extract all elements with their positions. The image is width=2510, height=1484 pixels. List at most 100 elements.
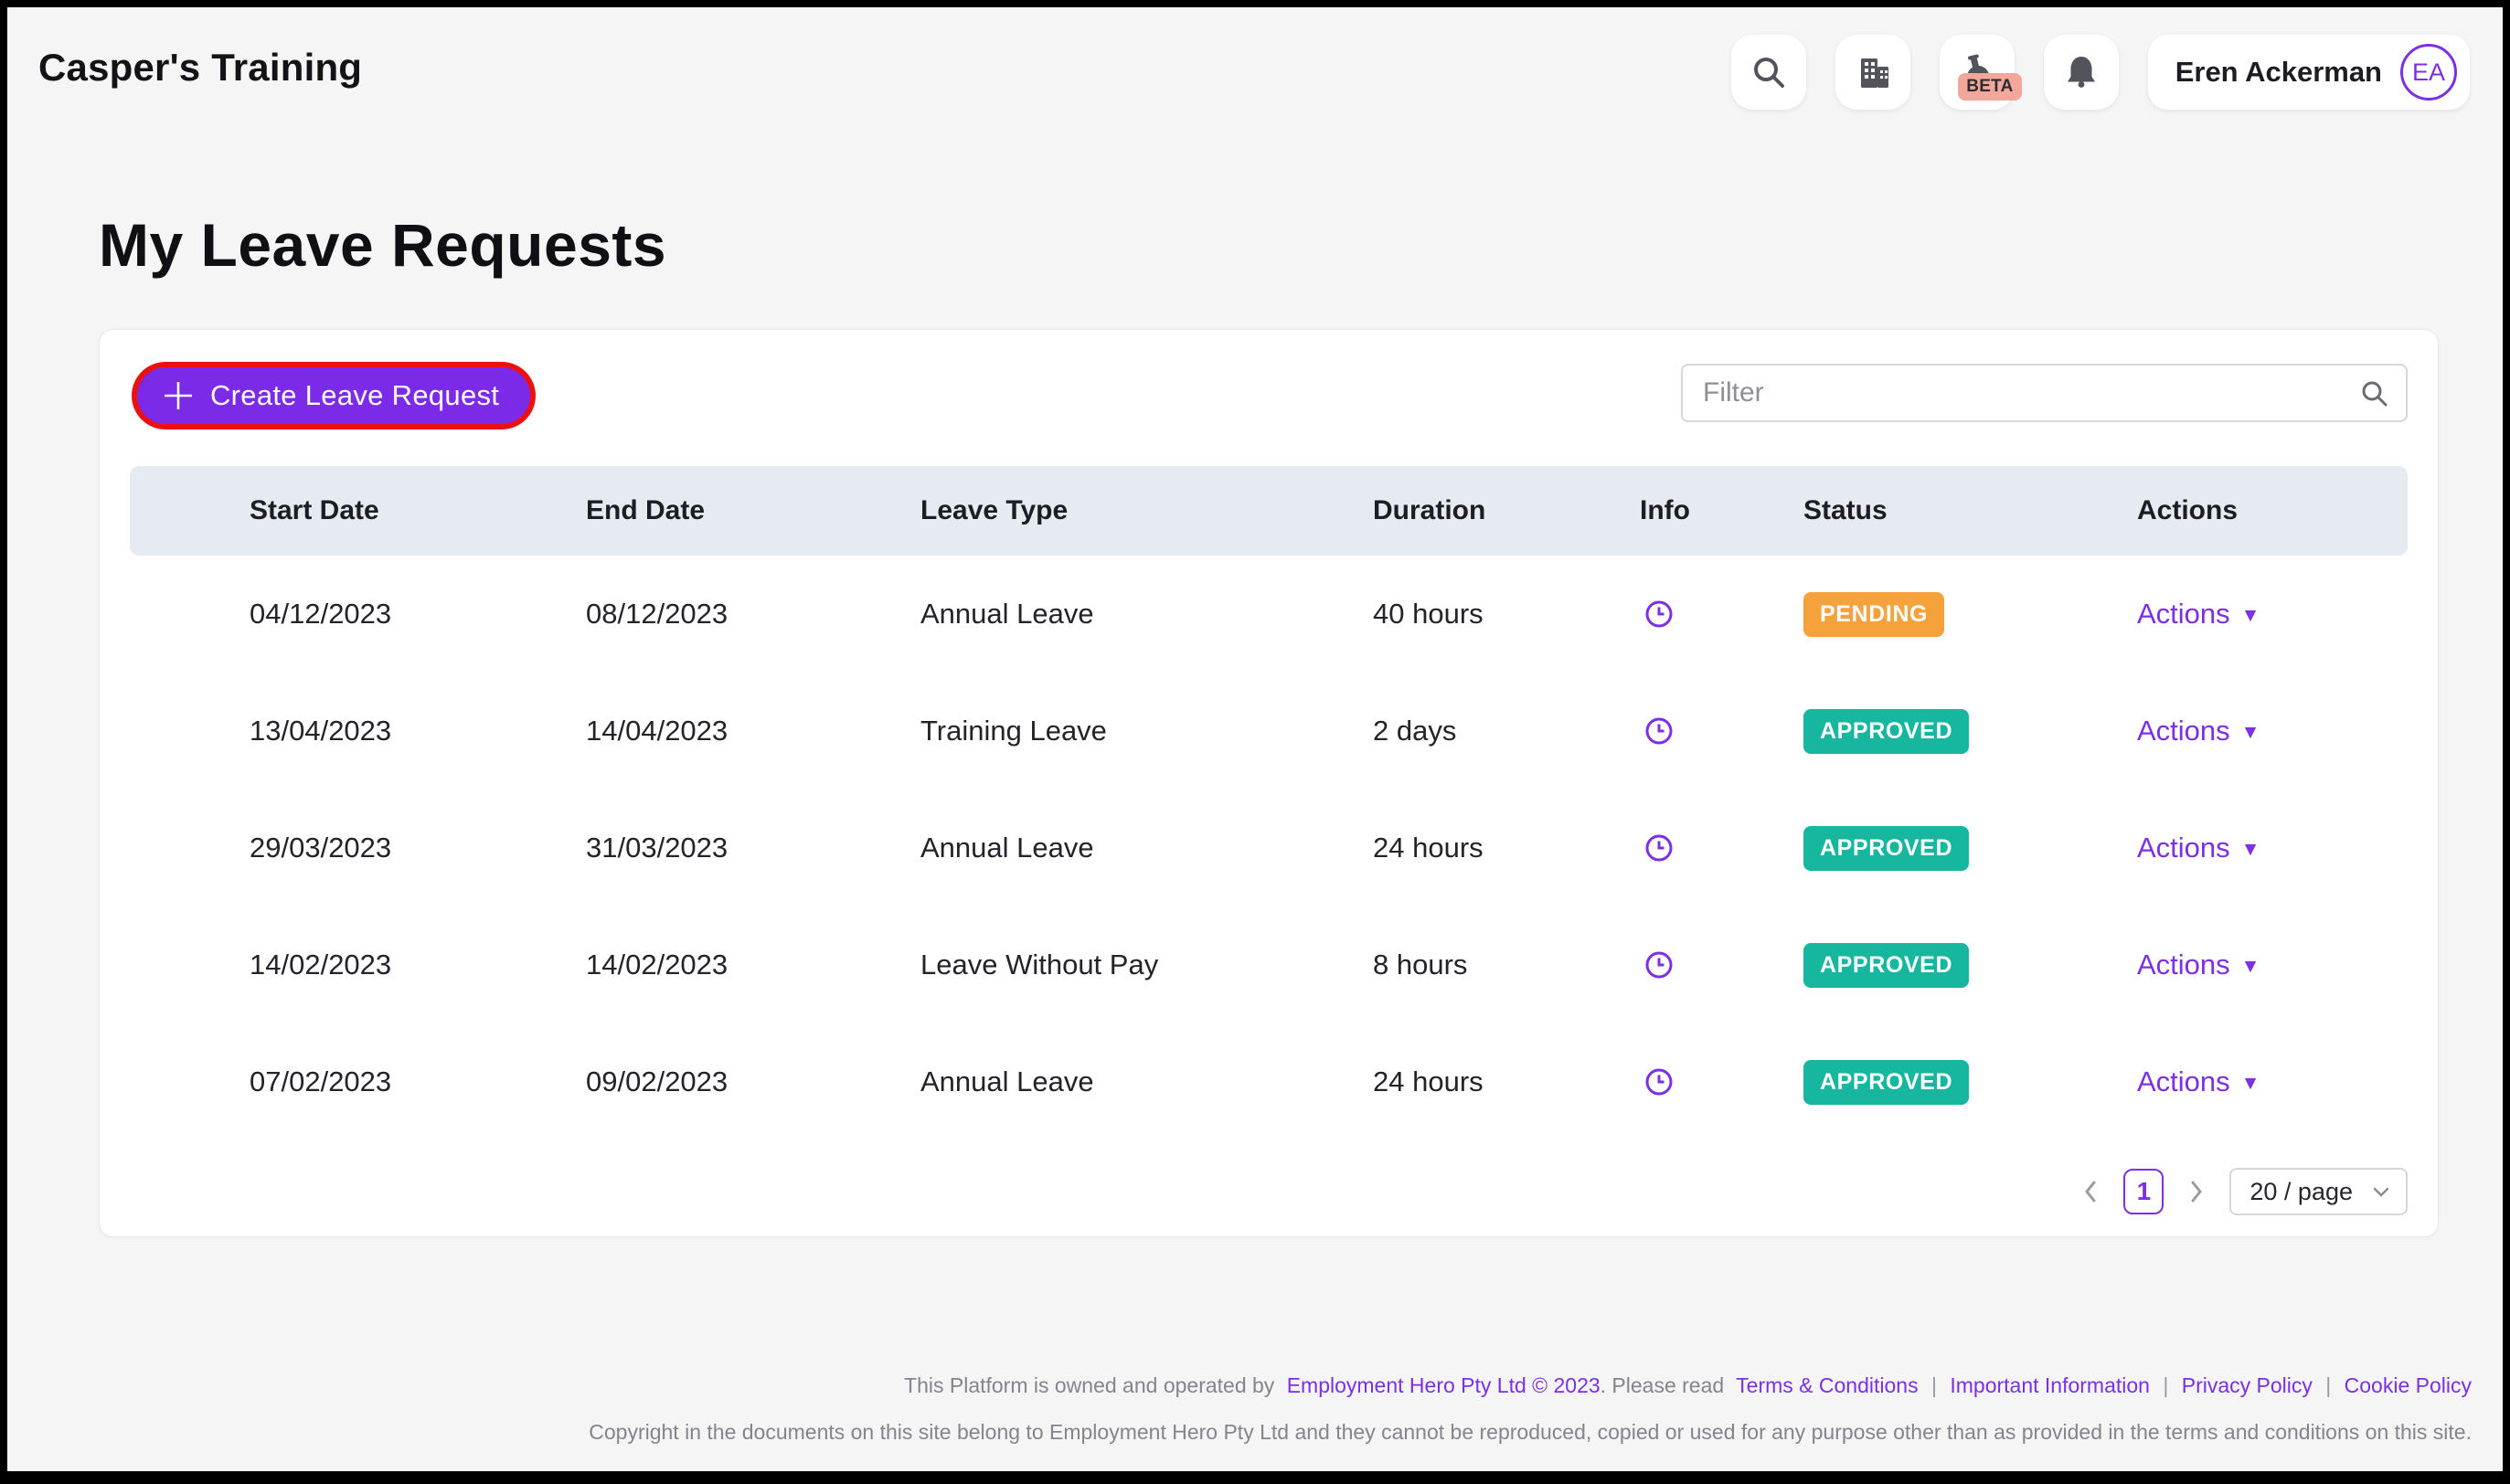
chevron-left-icon — [2085, 1181, 2096, 1203]
cell-leave-type: Annual Leave — [920, 832, 1094, 864]
cell-start-date: 14/02/2023 — [250, 949, 392, 980]
cell-end-date: 08/12/2023 — [586, 598, 729, 630]
leave-requests-card: Create Leave Request Start Date End Date… — [99, 329, 2439, 1237]
cell-duration: 40 hours — [1373, 598, 1484, 630]
cell-duration: 8 hours — [1373, 949, 1468, 980]
cell-duration: 24 hours — [1373, 832, 1484, 864]
important-information-link[interactable]: Important Information — [1950, 1373, 2150, 1397]
actions-label: Actions — [2137, 949, 2230, 980]
col-duration: Duration — [1373, 495, 1486, 525]
status-badge: APPROVED — [1803, 825, 1970, 871]
chevron-right-icon — [2191, 1181, 2203, 1203]
screen: Casper's Training BETA Eren Ackerman EA … — [0, 0, 2510, 1484]
create-leave-request-label: Create Leave Request — [210, 379, 500, 411]
footer-separator: | — [2325, 1373, 2332, 1397]
cell-duration: 2 days — [1373, 715, 1457, 747]
cell-leave-type: Annual Leave — [920, 598, 1094, 630]
building-icon — [1860, 58, 1888, 88]
filter-input[interactable] — [1681, 364, 2408, 422]
table-row: 07/02/2023 09/02/2023 Annual Leave 24 ho… — [130, 1023, 2408, 1140]
footer: This Platform is owned and operated by E… — [589, 1362, 2472, 1458]
bell-icon — [2067, 57, 2095, 88]
pagination: 1 20 / page — [130, 1168, 2408, 1215]
col-leave-type: Leave Type — [920, 495, 1069, 525]
cell-start-date: 04/12/2023 — [250, 598, 392, 630]
chevron-down-icon — [2373, 1187, 2389, 1197]
plus-icon — [165, 382, 192, 409]
footer-middle: . Please read — [1600, 1373, 1725, 1397]
notifications-button[interactable] — [2043, 35, 2119, 110]
table-row: 13/04/2023 14/04/2023 Training Leave 2 d… — [130, 673, 2408, 790]
cell-end-date: 31/03/2023 — [586, 832, 729, 864]
actions-label: Actions — [2137, 832, 2230, 864]
leave-requests-table: Start Date End Date Leave Type Duration … — [130, 466, 2408, 1140]
chevron-down-icon: ▼ — [2240, 722, 2260, 743]
cell-start-date: 13/04/2023 — [250, 715, 392, 747]
col-start-date: Start Date — [250, 495, 379, 525]
current-page-button[interactable]: 1 — [2123, 1169, 2164, 1214]
cell-leave-type: Annual Leave — [920, 1065, 1094, 1097]
page-title: My Leave Requests — [99, 211, 667, 279]
cell-end-date: 14/04/2023 — [586, 715, 729, 747]
filter-field — [1681, 364, 2408, 422]
actions-dropdown[interactable]: Actions ▼ — [2137, 715, 2260, 747]
info-clock-icon[interactable] — [1643, 832, 1675, 864]
footer-copyright: Copyright in the documents on this site … — [589, 1420, 2472, 1445]
footer-legal-line: This Platform is owned and operated by E… — [589, 1362, 2472, 1410]
app-title: Casper's Training — [38, 46, 363, 89]
beta-features-button[interactable]: BETA — [1939, 35, 2022, 110]
chevron-down-icon: ▼ — [2240, 956, 2260, 977]
table-header-row: Start Date End Date Leave Type Duration … — [130, 466, 2408, 556]
footer-prefix: This Platform is owned and operated by — [904, 1373, 1275, 1397]
status-badge: PENDING — [1803, 591, 1945, 637]
page-size-value: 20 / page — [2249, 1177, 2353, 1205]
actions-dropdown[interactable]: Actions ▼ — [2137, 949, 2260, 981]
cell-leave-type: Training Leave — [920, 715, 1107, 747]
table-row: 29/03/2023 31/03/2023 Annual Leave 24 ho… — [130, 790, 2408, 906]
avatar: EA — [2400, 44, 2457, 101]
topbar-actions: BETA Eren Ackerman EA — [1730, 35, 2470, 110]
actions-label: Actions — [2137, 1065, 2230, 1097]
card-toolbar: Create Leave Request — [130, 364, 2408, 428]
info-clock-icon[interactable] — [1643, 1066, 1675, 1097]
info-clock-icon[interactable] — [1643, 599, 1675, 630]
cell-duration: 24 hours — [1373, 1065, 1484, 1097]
company-button[interactable] — [1835, 35, 1910, 110]
user-name: Eren Ackerman — [2175, 56, 2382, 88]
cell-start-date: 07/02/2023 — [250, 1065, 392, 1097]
employment-hero-link[interactable]: Employment Hero Pty Ltd © 2023 — [1287, 1373, 1601, 1397]
table-row: 14/02/2023 14/02/2023 Leave Without Pay … — [130, 906, 2408, 1023]
filter-search-icon[interactable] — [2358, 377, 2391, 410]
actions-dropdown[interactable]: Actions ▼ — [2137, 1065, 2260, 1098]
actions-label: Actions — [2137, 715, 2230, 747]
actions-dropdown[interactable]: Actions ▼ — [2137, 598, 2260, 631]
info-clock-icon[interactable] — [1643, 716, 1675, 747]
cell-start-date: 29/03/2023 — [250, 832, 392, 864]
status-badge: APPROVED — [1803, 708, 1970, 754]
cell-end-date: 09/02/2023 — [586, 1065, 729, 1097]
col-status: Status — [1803, 495, 1888, 525]
actions-label: Actions — [2137, 598, 2230, 630]
cell-leave-type: Leave Without Pay — [920, 949, 1159, 980]
search-button[interactable] — [1730, 35, 1806, 110]
table-row: 04/12/2023 08/12/2023 Annual Leave 40 ho… — [130, 556, 2408, 673]
page-size-select[interactable]: 20 / page — [2229, 1168, 2408, 1215]
next-page-button[interactable] — [2184, 1174, 2209, 1209]
cookie-policy-link[interactable]: Cookie Policy — [2345, 1373, 2472, 1397]
terms-conditions-link[interactable]: Terms & Conditions — [1736, 1373, 1918, 1397]
actions-dropdown[interactable]: Actions ▼ — [2137, 832, 2260, 864]
footer-separator: | — [1930, 1373, 1937, 1397]
cell-end-date: 14/02/2023 — [586, 949, 729, 980]
info-clock-icon[interactable] — [1643, 949, 1675, 980]
create-leave-request-button[interactable]: Create Leave Request — [137, 367, 531, 424]
col-info: Info — [1640, 495, 1690, 525]
status-badge: APPROVED — [1803, 942, 1970, 988]
privacy-policy-link[interactable]: Privacy Policy — [2182, 1373, 2313, 1397]
footer-separator: | — [2163, 1373, 2169, 1397]
user-menu[interactable]: Eren Ackerman EA — [2147, 35, 2470, 110]
status-badge: APPROVED — [1803, 1059, 1970, 1105]
search-icon — [1753, 58, 1784, 88]
prev-page-button[interactable] — [2078, 1174, 2103, 1209]
chevron-down-icon: ▼ — [2240, 1073, 2260, 1094]
beta-badge: BETA — [1958, 73, 2022, 101]
